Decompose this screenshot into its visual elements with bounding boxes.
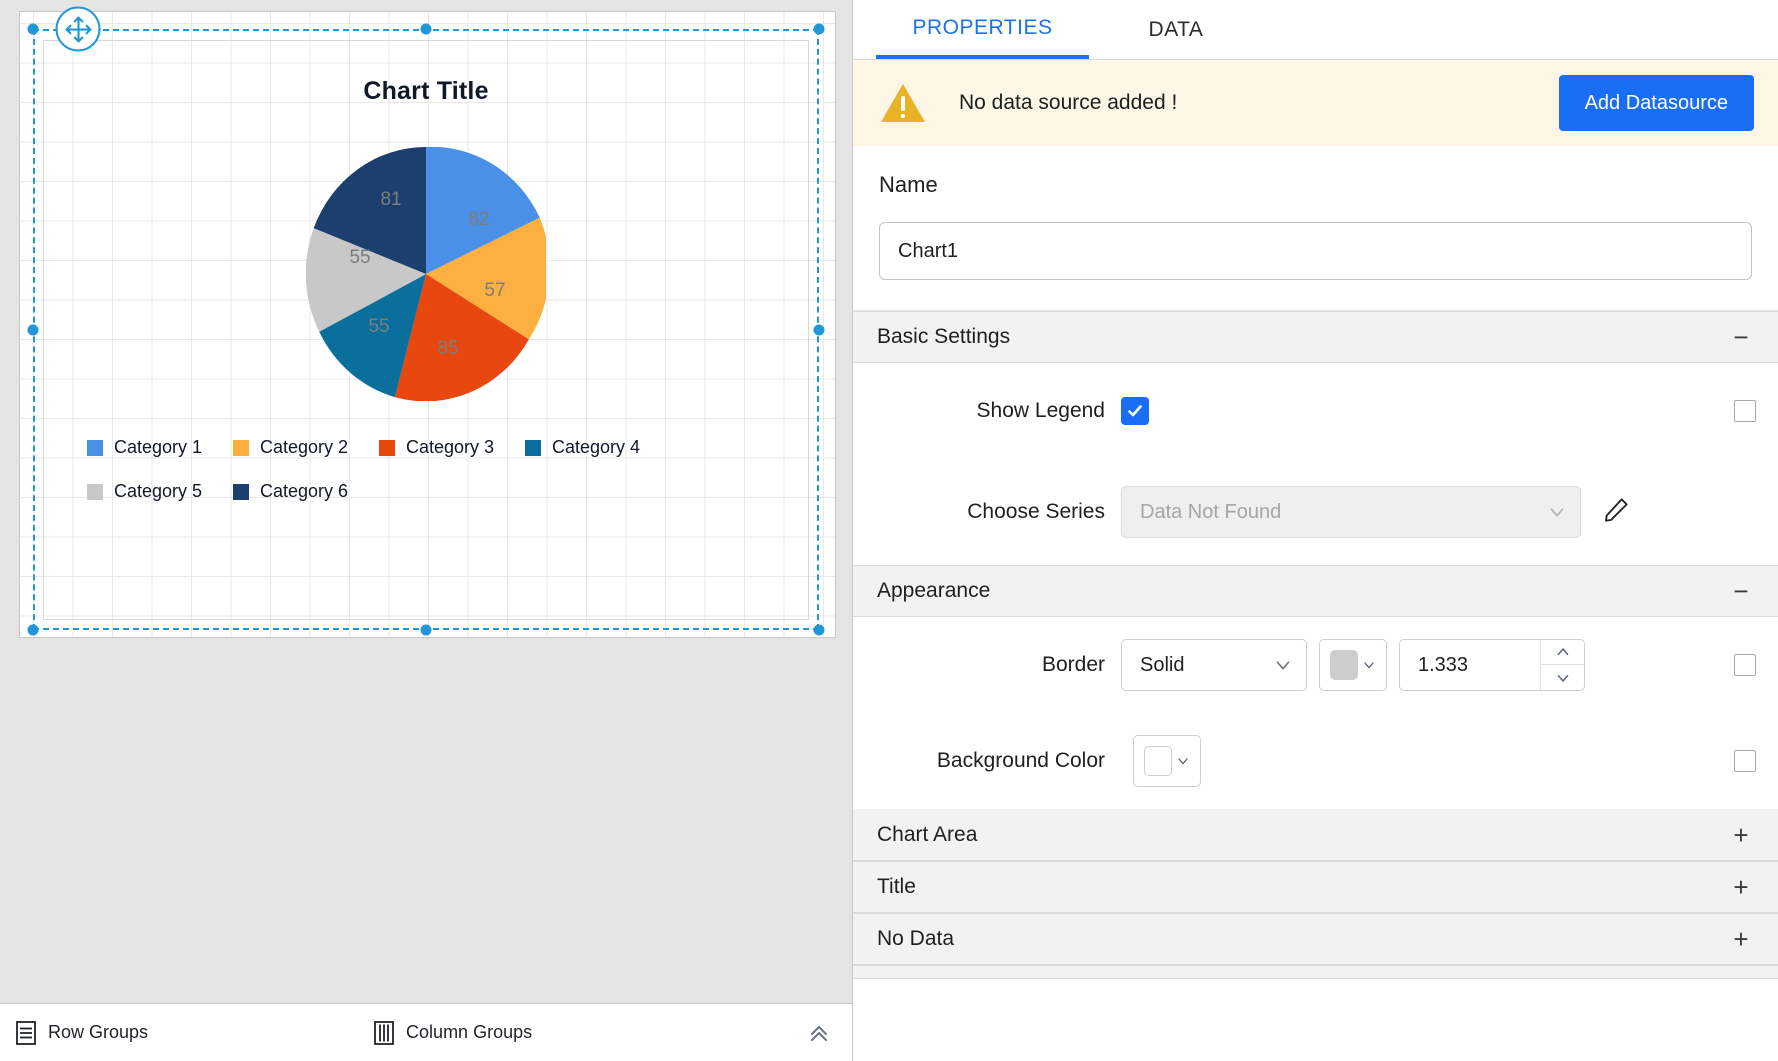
chevron-double-up-icon[interactable]: [804, 1018, 834, 1048]
minus-icon[interactable]: −: [1730, 578, 1752, 604]
section-header-appearance[interactable]: Appearance −: [853, 565, 1778, 617]
groups-bar: Row Groups Column Groups: [0, 1003, 852, 1061]
choose-series-select[interactable]: Data Not Found: [1121, 486, 1581, 538]
tab-properties[interactable]: PROPERTIES: [876, 1, 1089, 59]
section-body-appearance: Border Solid: [853, 617, 1778, 809]
chevron-down-icon: [1258, 654, 1294, 676]
name-label: Name: [879, 172, 1752, 198]
move-handle-icon[interactable]: [56, 7, 101, 52]
selection-frame: [33, 29, 819, 630]
design-canvas-pane: Chart Title: [0, 0, 853, 1061]
columns-icon: [372, 1020, 396, 1046]
panel-tabbar: PROPERTIES DATA: [853, 0, 1778, 60]
no-datasource-banner: No data source added ! Add Datasource: [853, 60, 1778, 146]
properties-panel: PROPERTIES DATA No data source added ! A…: [853, 0, 1778, 1061]
chevron-down-icon[interactable]: [1541, 665, 1584, 690]
background-color-label: Background Color: [853, 749, 1121, 773]
no-datasource-message: No data source added !: [959, 91, 1177, 115]
chart-designer-app: Chart Title: [0, 0, 1778, 1061]
section-title-title: Title: [877, 875, 916, 899]
section-header-no-data[interactable]: No Data +: [853, 913, 1778, 965]
add-datasource-button[interactable]: Add Datasource: [1559, 75, 1754, 131]
border-style-select[interactable]: Solid: [1121, 639, 1307, 691]
chevron-up-icon[interactable]: [1541, 640, 1584, 665]
tab-data-label: DATA: [1149, 18, 1204, 42]
name-input[interactable]: [879, 222, 1752, 280]
column-groups-label: Column Groups: [406, 1022, 532, 1043]
row-groups-label: Row Groups: [48, 1022, 148, 1043]
resize-handle-middle-left[interactable]: [28, 325, 39, 336]
plus-icon[interactable]: +: [1730, 822, 1752, 848]
border-row: Border Solid: [853, 617, 1778, 713]
choose-series-label: Choose Series: [853, 500, 1121, 524]
section-title-chart-area: Chart Area: [877, 823, 977, 847]
background-color-expression-checkbox[interactable]: [1734, 750, 1756, 772]
edit-series-button[interactable]: [1599, 495, 1633, 529]
section-header-partial[interactable]: [853, 965, 1778, 979]
section-title-basic-settings: Basic Settings: [877, 325, 1010, 349]
tab-data[interactable]: DATA: [1101, 1, 1251, 59]
chevron-down-icon: [1361, 657, 1377, 673]
resize-handle-middle-right[interactable]: [814, 325, 825, 336]
border-style-value: Solid: [1140, 654, 1184, 677]
resize-handle-bottom-center[interactable]: [421, 625, 432, 636]
resize-handle-bottom-right[interactable]: [814, 625, 825, 636]
chevron-down-icon: [1532, 501, 1568, 523]
show-legend-expression-checkbox[interactable]: [1734, 400, 1756, 422]
border-width-value[interactable]: 1.333: [1400, 640, 1540, 690]
design-surface[interactable]: Chart Title: [0, 0, 852, 1003]
plus-icon[interactable]: +: [1730, 874, 1752, 900]
section-header-chart-area[interactable]: Chart Area +: [853, 809, 1778, 861]
panel-content: Name Basic Settings − Show Legend: [853, 146, 1778, 1061]
border-expression-checkbox[interactable]: [1734, 654, 1756, 676]
background-color-swatch: [1144, 746, 1172, 776]
pencil-icon: [1601, 495, 1631, 530]
resize-handle-top-left[interactable]: [28, 24, 39, 35]
tab-properties-label: PROPERTIES: [913, 16, 1053, 40]
choose-series-row: Choose Series Data Not Found: [853, 459, 1778, 565]
column-groups-button[interactable]: Column Groups: [372, 1020, 532, 1046]
name-block: Name: [853, 146, 1778, 311]
section-header-title[interactable]: Title +: [853, 861, 1778, 913]
choose-series-value: Data Not Found: [1140, 501, 1281, 524]
section-title-no-data: No Data: [877, 927, 954, 951]
plus-icon[interactable]: +: [1730, 926, 1752, 952]
show-legend-label: Show Legend: [853, 399, 1121, 423]
minus-icon[interactable]: −: [1730, 324, 1752, 350]
border-color-swatch: [1330, 650, 1358, 680]
border-color-picker[interactable]: [1319, 639, 1387, 691]
background-color-picker[interactable]: [1133, 735, 1201, 787]
border-label: Border: [853, 653, 1121, 677]
section-body-basic-settings: Show Legend Choose Series Data Not Found: [853, 363, 1778, 565]
section-title-appearance: Appearance: [877, 579, 990, 603]
resize-handle-top-center[interactable]: [421, 24, 432, 35]
show-legend-checkbox[interactable]: [1121, 397, 1149, 425]
show-legend-row: Show Legend: [853, 363, 1778, 459]
warning-triangle-icon: [879, 81, 927, 125]
row-groups-button[interactable]: Row Groups: [14, 1020, 148, 1046]
rows-icon: [14, 1020, 38, 1046]
border-width-stepper[interactable]: 1.333: [1399, 639, 1585, 691]
chevron-down-icon: [1175, 753, 1191, 769]
border-width-arrows: [1540, 640, 1584, 690]
background-color-row: Background Color: [853, 713, 1778, 809]
resize-handle-top-right[interactable]: [814, 24, 825, 35]
section-header-basic-settings[interactable]: Basic Settings −: [853, 311, 1778, 363]
collapsed-sections: Chart Area + Title + No Data +: [853, 809, 1778, 979]
resize-handle-bottom-left[interactable]: [28, 625, 39, 636]
